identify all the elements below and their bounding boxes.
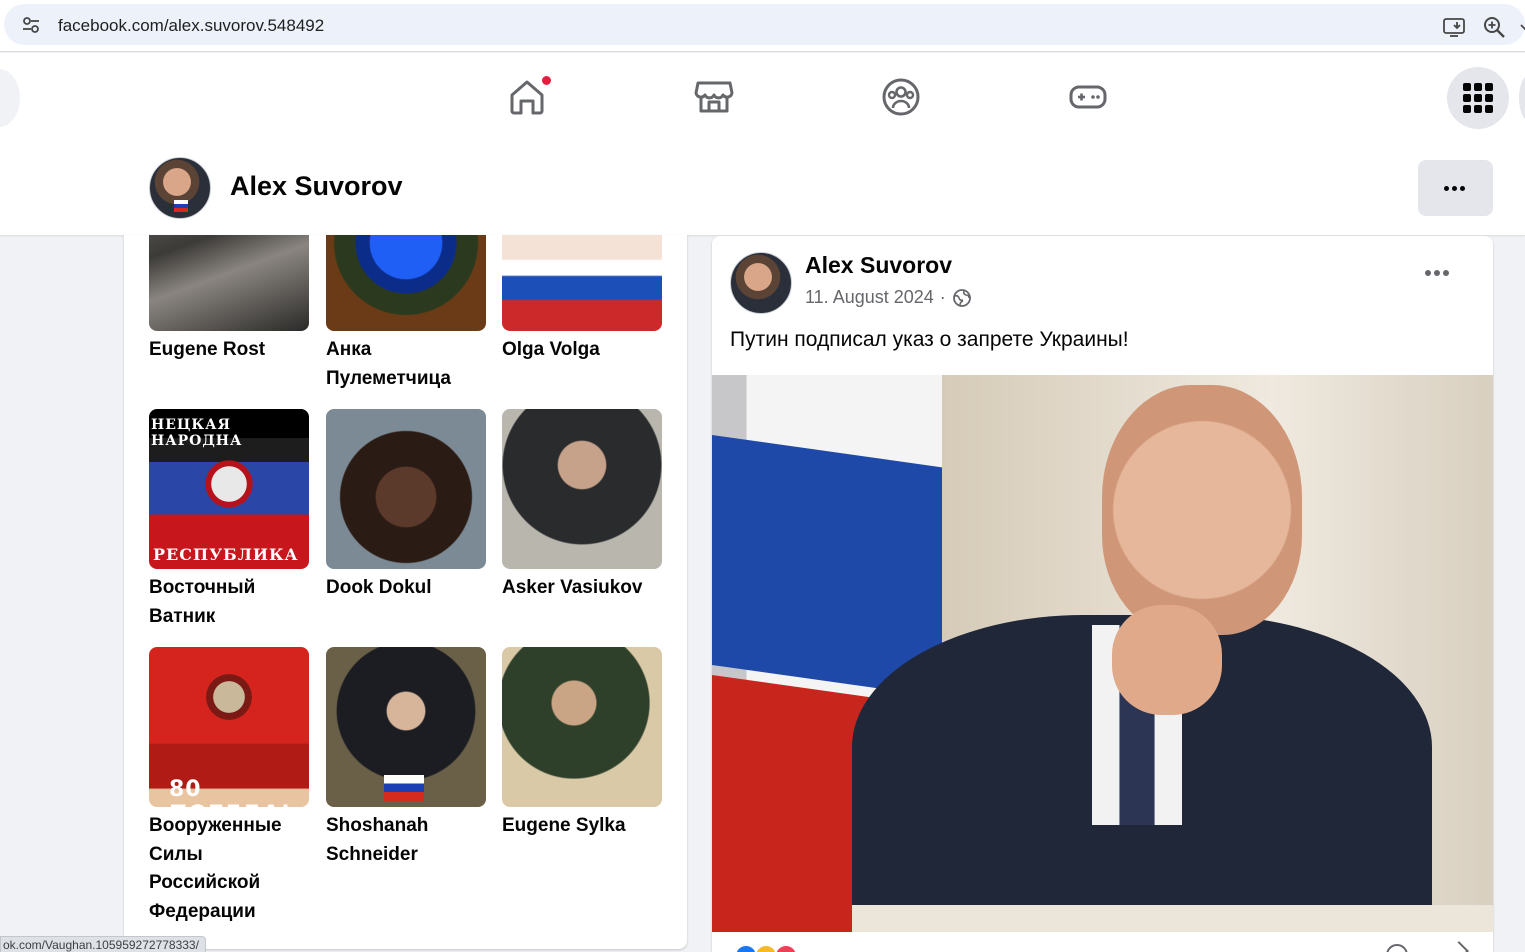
friend-photo[interactable] — [326, 409, 486, 569]
globe-icon — [952, 288, 971, 307]
install-app-icon[interactable] — [1442, 16, 1466, 38]
post-image[interactable] — [712, 375, 1493, 932]
post-card: Alex Suvorov 11. August 2024 · Путин под… — [712, 236, 1493, 952]
post-author-name[interactable]: Alex Suvorov — [805, 252, 952, 279]
url-text[interactable]: facebook.com/alex.suvorov.548492 — [58, 16, 324, 36]
avatar[interactable] — [149, 157, 211, 219]
share-icon[interactable] — [1449, 941, 1469, 952]
army-emblem-icon — [204, 667, 254, 727]
friend-name[interactable]: Анка Пулеметчица — [326, 336, 491, 393]
comment-icon[interactable] — [1386, 944, 1408, 952]
reactions-bar — [712, 932, 1493, 952]
friend-photo[interactable] — [149, 235, 309, 331]
profile-sticky-header: Alex Suvorov — [0, 141, 1525, 235]
friend-name[interactable]: Eugene Sylka — [502, 812, 667, 841]
notification-dot — [540, 74, 553, 87]
meta-separator: · — [939, 287, 946, 307]
photo-text: НЕЦКАЯ НАРОДНА — [151, 417, 243, 449]
friend-name[interactable]: Восточный Ватник — [149, 574, 314, 631]
post-date[interactable]: 11. August 2024 — [805, 287, 934, 308]
photo-text: 80 ПОБЕДА! — [169, 777, 291, 807]
search-button[interactable] — [0, 69, 20, 127]
facebook-top-nav — [0, 53, 1525, 141]
russian-flag-icon — [384, 775, 424, 801]
profile-more-button[interactable] — [1418, 160, 1493, 216]
friend-name[interactable]: Asker Vasiukov — [502, 574, 667, 603]
flag-blue-stripe — [712, 435, 942, 698]
friend-name[interactable]: Shoshanah Schneider — [326, 812, 491, 869]
marketplace-icon[interactable] — [694, 77, 734, 117]
chevron-down-icon[interactable] — [1520, 18, 1525, 36]
menu-button[interactable] — [1447, 67, 1509, 129]
site-settings-icon[interactable] — [22, 17, 40, 33]
zoom-icon[interactable] — [1483, 16, 1505, 38]
friend-photo[interactable] — [502, 409, 662, 569]
browser-toolbar: facebook.com/alex.suvorov.548492 — [0, 0, 1525, 52]
friend-photo[interactable]: НЕЦКАЯ НАРОДНА РЕСПУБЛИКА — [149, 409, 309, 569]
post-author-avatar[interactable] — [730, 252, 792, 314]
friend-photo[interactable]: 80 ПОБЕДА! — [149, 647, 309, 807]
messenger-button[interactable] — [1519, 75, 1525, 121]
desk-papers — [852, 905, 1493, 932]
friend-name[interactable]: Eugene Rost — [149, 336, 314, 365]
status-bar-link: ok.com/Vaughan.105959272778333/ — [0, 936, 206, 952]
post-text: Путин подписал указ о запрете Украины! — [730, 328, 1129, 351]
photo-text: РЕСПУБЛИКА — [153, 545, 299, 564]
person-head — [1102, 385, 1302, 635]
menu-grid-icon — [1463, 83, 1493, 113]
gaming-icon[interactable] — [1068, 77, 1108, 117]
friend-photo[interactable] — [502, 235, 662, 331]
person-hand — [1112, 605, 1222, 715]
more-icon — [1444, 186, 1465, 191]
profile-name[interactable]: Alex Suvorov — [230, 171, 403, 202]
eagle-emblem-icon — [204, 454, 254, 514]
friend-name[interactable]: Dook Dokul — [326, 574, 491, 603]
friend-photo[interactable] — [326, 647, 486, 807]
friend-photo[interactable] — [502, 647, 662, 807]
friend-photo[interactable] — [326, 235, 486, 331]
groups-icon[interactable] — [881, 77, 921, 117]
post-options-button[interactable] — [1425, 270, 1449, 276]
address-bar[interactable]: facebook.com/alex.suvorov.548492 — [4, 4, 1525, 45]
friends-card: Eugene Rost Анка Пулеметчица Olga Volga … — [124, 235, 687, 949]
love-reaction-icon[interactable] — [774, 944, 798, 952]
friend-name[interactable]: Вооруженные Силы Российской Федерации — [149, 812, 314, 926]
friend-name[interactable]: Olga Volga — [502, 336, 667, 365]
post-meta: 11. August 2024 · — [805, 287, 972, 308]
